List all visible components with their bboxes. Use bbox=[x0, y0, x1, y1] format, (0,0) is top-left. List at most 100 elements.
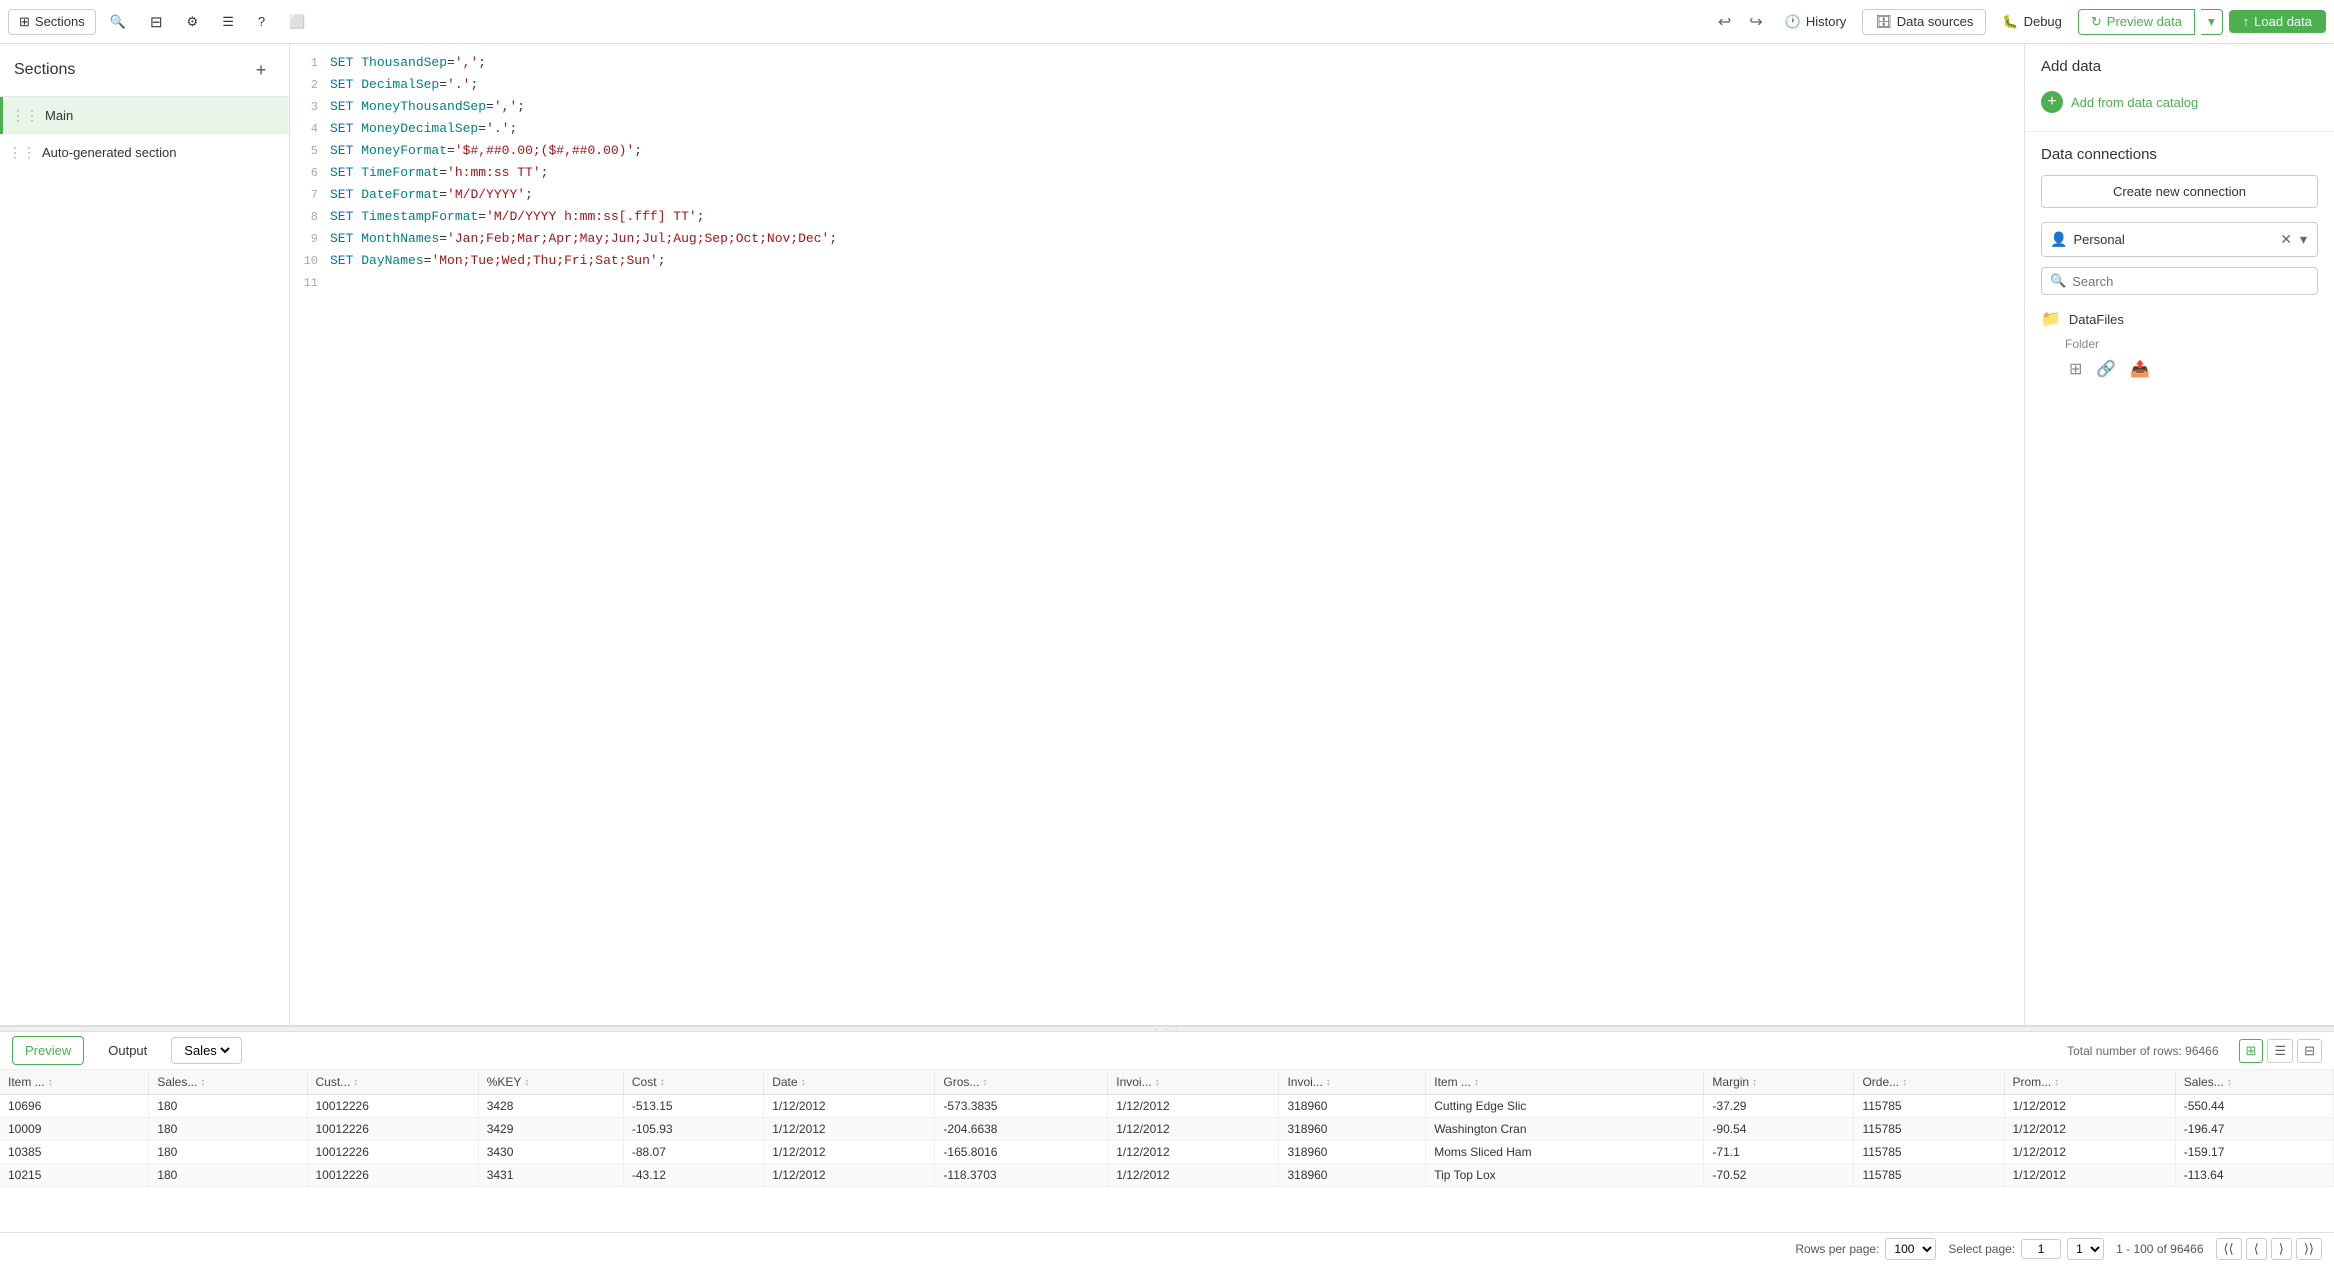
add-data-heading: Add data bbox=[2041, 58, 2318, 75]
table-header[interactable]: Item ...↕ bbox=[0, 1070, 149, 1095]
search-icon: 🔍 bbox=[110, 14, 126, 30]
drag-handle-auto: ⋮⋮ bbox=[8, 144, 36, 161]
table-header[interactable]: Margin↕ bbox=[1704, 1070, 1854, 1095]
table-cell: 115785 bbox=[1854, 1095, 2004, 1118]
table-cell: 180 bbox=[149, 1164, 307, 1187]
table-header[interactable]: Date↕ bbox=[764, 1070, 935, 1095]
code-line: 5SET MoneyFormat='$#,##0.00;($#,##0.00)'… bbox=[290, 140, 2024, 162]
page-select[interactable]: 1 bbox=[2067, 1238, 2104, 1260]
last-page-button[interactable]: ⟩⟩ bbox=[2296, 1238, 2322, 1260]
table-header[interactable]: Gros...↕ bbox=[935, 1070, 1108, 1095]
code-line: 6SET TimeFormat='h:mm:ss TT'; bbox=[290, 162, 2024, 184]
output-tab-label: Output bbox=[108, 1043, 147, 1058]
load-icon: ↑ bbox=[2243, 14, 2250, 29]
table-cell: -70.52 bbox=[1704, 1164, 1854, 1187]
sidebar-header: Sections + bbox=[0, 44, 289, 97]
sections-menu-button[interactable]: ⊞ Sections bbox=[8, 9, 96, 35]
table-cell: 180 bbox=[149, 1141, 307, 1164]
file-upload-button[interactable]: 📤 bbox=[2126, 357, 2154, 381]
file-connect-button[interactable]: 🔗 bbox=[2092, 357, 2120, 381]
preview-tab[interactable]: Preview bbox=[12, 1036, 84, 1065]
bottom-toolbar: Preview Output Sales Total number of row… bbox=[0, 1032, 2334, 1070]
table-cell: -573.3835 bbox=[935, 1095, 1108, 1118]
settings-button[interactable]: ⚙ bbox=[177, 10, 209, 34]
search-button[interactable]: 🔍 bbox=[100, 10, 136, 34]
table-header[interactable]: Invoi...↕ bbox=[1279, 1070, 1426, 1095]
list-view-button[interactable]: ☰ bbox=[2267, 1039, 2293, 1063]
table-cell: 10012226 bbox=[307, 1118, 478, 1141]
create-new-connection-button[interactable]: Create new connection bbox=[2041, 175, 2318, 208]
table-header[interactable]: Cust...↕ bbox=[307, 1070, 478, 1095]
table-header[interactable]: Prom...↕ bbox=[2004, 1070, 2175, 1095]
rows-per-page-select[interactable]: 100 50 25 bbox=[1885, 1238, 1936, 1260]
data-sources-button[interactable]: 🗄 Data sources bbox=[1862, 9, 1986, 35]
expand-button[interactable]: ⬜ bbox=[279, 10, 315, 34]
table-cell: 10012226 bbox=[307, 1164, 478, 1187]
table-header[interactable]: Invoi...↕ bbox=[1108, 1070, 1279, 1095]
undo-button[interactable]: ↩ bbox=[1712, 8, 1737, 36]
next-page-button[interactable]: ⟩ bbox=[2271, 1238, 2292, 1260]
personal-label: Personal bbox=[2073, 232, 2272, 247]
section-label-auto: Auto-generated section bbox=[42, 145, 249, 160]
table-selector[interactable]: Sales bbox=[171, 1037, 242, 1064]
select-page: Select page: 1 bbox=[1948, 1238, 2104, 1260]
table-header[interactable]: Cost↕ bbox=[623, 1070, 763, 1095]
page-input[interactable] bbox=[2021, 1239, 2061, 1259]
help-button[interactable]: ? bbox=[248, 10, 275, 33]
script-button[interactable]: ⊟ bbox=[140, 9, 173, 35]
search-input[interactable] bbox=[2072, 274, 2309, 289]
drag-handle-main: ⋮⋮ bbox=[11, 107, 39, 124]
table-cell: 1/12/2012 bbox=[764, 1095, 935, 1118]
table-select[interactable]: Sales bbox=[180, 1042, 233, 1059]
table-cell: -118.3703 bbox=[935, 1164, 1108, 1187]
sidebar: Sections + ⋮⋮ Main 🗑 ⋮⋮ Auto-generated s… bbox=[0, 44, 290, 1025]
table-cell: 3428 bbox=[478, 1095, 623, 1118]
redo-button[interactable]: ↪ bbox=[1743, 8, 1768, 36]
page-range: 1 - 100 of 96466 bbox=[2116, 1242, 2203, 1256]
table-row: 10215180100122263431-43.121/12/2012-118.… bbox=[0, 1164, 2334, 1187]
preview-data-button[interactable]: ↻ Preview data bbox=[2078, 9, 2195, 35]
add-section-button[interactable]: + bbox=[247, 56, 275, 84]
table-cell: -105.93 bbox=[623, 1118, 763, 1141]
plus-circle-icon: + bbox=[2041, 91, 2063, 113]
sidebar-item-autogenerated[interactable]: ⋮⋮ Auto-generated section 🗑 bbox=[0, 134, 289, 171]
load-data-button[interactable]: ↑ Load data bbox=[2229, 10, 2326, 33]
personal-actions: ✕ ▾ bbox=[2278, 229, 2309, 250]
table-cell: Cutting Edge Slic bbox=[1426, 1095, 1704, 1118]
table-header[interactable]: Sales...↕ bbox=[2175, 1070, 2333, 1095]
data-table-container: Item ...↕Sales...↕Cust...↕%KEY↕Cost↕Date… bbox=[0, 1070, 2334, 1232]
search-box: 🔍 bbox=[2041, 267, 2318, 295]
prev-page-button[interactable]: ⟨ bbox=[2246, 1238, 2267, 1260]
table-header[interactable]: Item ...↕ bbox=[1426, 1070, 1704, 1095]
list-button[interactable]: ☰ bbox=[212, 10, 244, 34]
table-view-button[interactable]: ⊞ bbox=[2239, 1039, 2264, 1063]
personal-icon: 👤 bbox=[2050, 231, 2067, 248]
table-header[interactable]: Orde...↕ bbox=[1854, 1070, 2004, 1095]
table-cell: 1/12/2012 bbox=[764, 1118, 935, 1141]
code-line: 3SET MoneyThousandSep=','; bbox=[290, 96, 2024, 118]
sidebar-item-main[interactable]: ⋮⋮ Main 🗑 bbox=[0, 97, 289, 134]
preview-data-label: Preview data bbox=[2107, 14, 2182, 29]
code-editor[interactable]: 1SET ThousandSep=',';2SET DecimalSep='.'… bbox=[290, 44, 2024, 1025]
table-cell: 10215 bbox=[0, 1164, 149, 1187]
datafiles-row: 📁 DataFiles bbox=[2041, 305, 2318, 333]
history-button[interactable]: 🕐 History bbox=[1775, 10, 1857, 34]
grid-view-button[interactable]: ⊟ bbox=[2297, 1039, 2322, 1063]
table-header[interactable]: Sales...↕ bbox=[149, 1070, 307, 1095]
personal-expand-button[interactable]: ▾ bbox=[2298, 229, 2309, 250]
code-line: 9SET MonthNames='Jan;Feb;Mar;Apr;May;Jun… bbox=[290, 228, 2024, 250]
table-cell: 318960 bbox=[1279, 1118, 1426, 1141]
bottom-panel: · · · Preview Output Sales Total number … bbox=[0, 1025, 2334, 1265]
table-cell: 1/12/2012 bbox=[1108, 1095, 1279, 1118]
output-tab[interactable]: Output bbox=[96, 1037, 159, 1064]
table-cell: 1/12/2012 bbox=[2004, 1095, 2175, 1118]
personal-close-button[interactable]: ✕ bbox=[2278, 229, 2294, 250]
preview-data-dropdown[interactable]: ▾ bbox=[2201, 9, 2223, 35]
add-from-catalog-button[interactable]: + Add from data catalog bbox=[2041, 87, 2198, 117]
file-table-button[interactable]: ⊞ bbox=[2065, 357, 2086, 381]
debug-button[interactable]: 🐛 Debug bbox=[1992, 10, 2072, 34]
code-line: 7SET DateFormat='M/D/YYYY'; bbox=[290, 184, 2024, 206]
table-header[interactable]: %KEY↕ bbox=[478, 1070, 623, 1095]
history-icon: 🕐 bbox=[1785, 14, 1801, 30]
first-page-button[interactable]: ⟨⟨ bbox=[2216, 1238, 2242, 1260]
